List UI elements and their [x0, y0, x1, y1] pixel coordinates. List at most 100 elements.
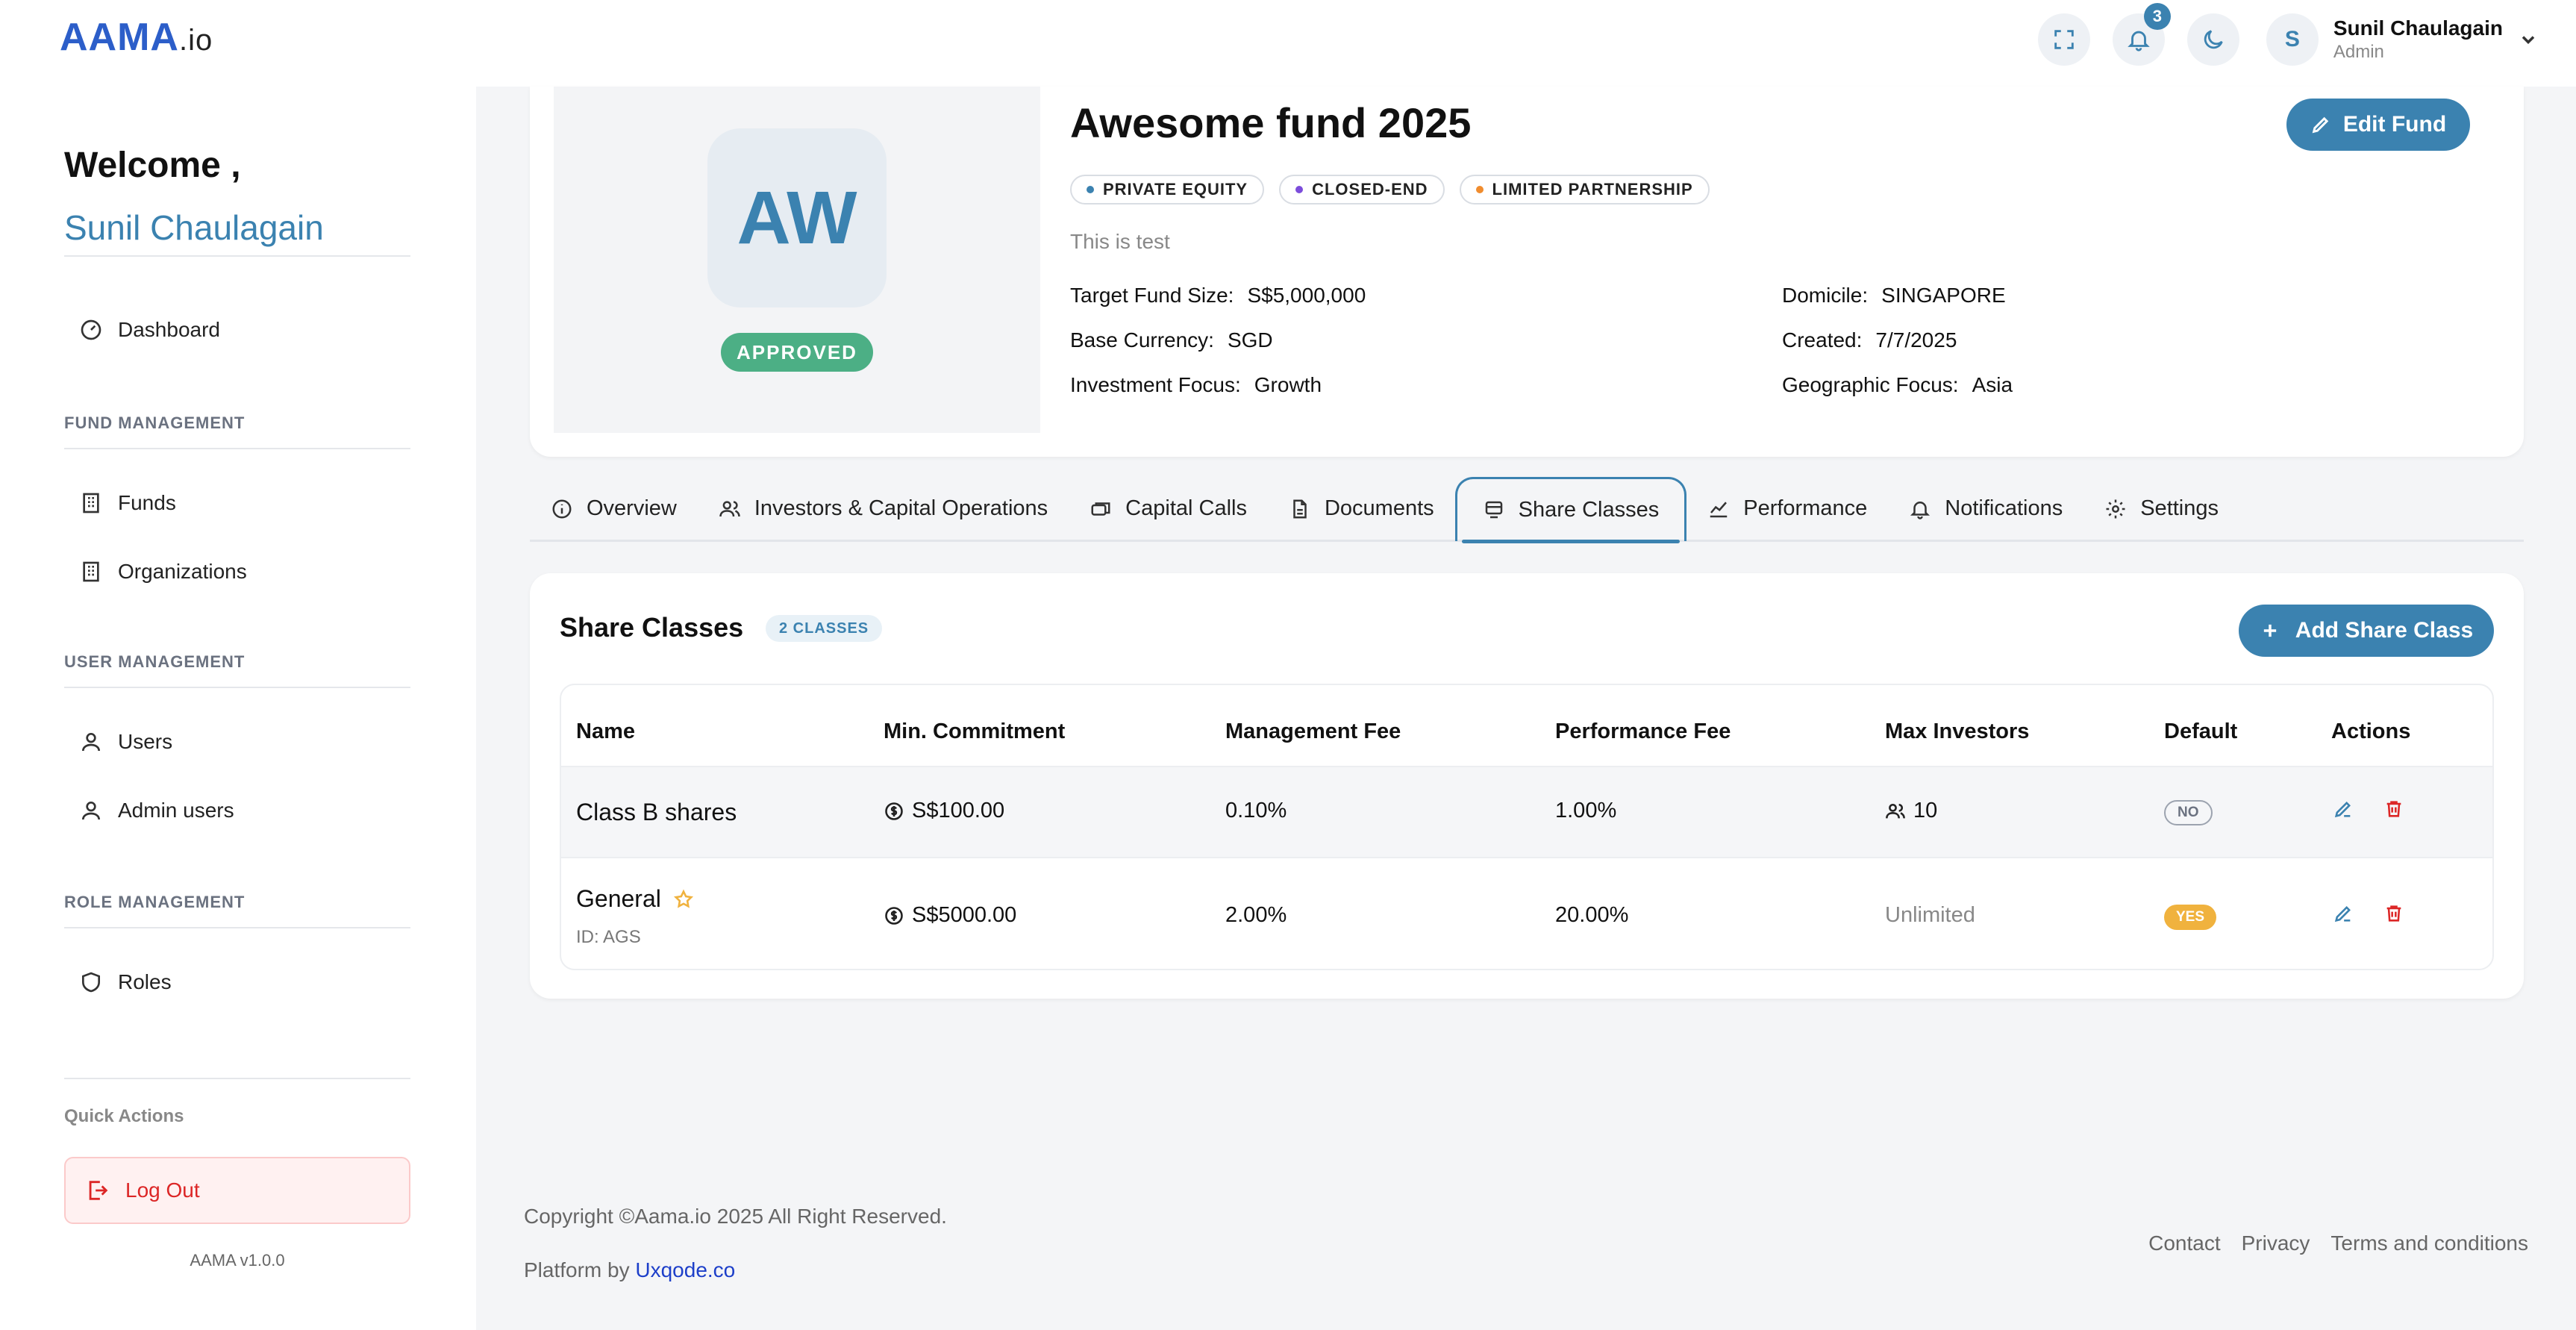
- chevron-down-icon: [2522, 36, 2535, 44]
- app-logo[interactable]: AAMA.io: [60, 15, 213, 60]
- status-badge: APPROVED: [721, 333, 873, 372]
- column-header-default: Default: [2164, 719, 2238, 743]
- share-class-name: Class B shares: [576, 799, 737, 825]
- sidebar-item-dashboard[interactable]: Dashboard: [79, 318, 220, 342]
- tag-dot: [1087, 186, 1094, 193]
- tab-investors-capital-operations[interactable]: Investors & Capital Operations: [698, 477, 1069, 541]
- dollar-coin-icon: [885, 802, 903, 820]
- sidebar-item-funds[interactable]: Funds: [79, 491, 176, 515]
- sidebar-item-label: Users: [118, 730, 173, 753]
- logout-label: Log Out: [125, 1178, 200, 1202]
- tab-label: Documents: [1324, 496, 1434, 520]
- share-classes-table: Name Min. Commitment Management Fee Perf…: [560, 684, 2494, 970]
- fund-avatar-panel: AW APPROVED: [554, 87, 1040, 433]
- page-title: Awesome fund 2025: [1070, 99, 1472, 146]
- footer-links: Contact Privacy Terms and conditions: [2148, 1231, 2528, 1255]
- user-menu[interactable]: S Sunil Chaulagain Admin: [2266, 13, 2539, 66]
- row-actions: [2333, 799, 2404, 819]
- trash-icon[interactable]: [2383, 799, 2404, 819]
- theme-toggle-button[interactable]: [2186, 13, 2239, 66]
- avatar: S: [2266, 13, 2319, 66]
- edit-fund-button[interactable]: Edit Fund: [2286, 99, 2470, 151]
- edit-fund-label: Edit Fund: [2342, 112, 2447, 137]
- divider: [64, 927, 410, 928]
- field-value: SGD: [1227, 328, 1273, 352]
- tab-settings[interactable]: Settings: [2083, 477, 2239, 541]
- notifications-button[interactable]: 3: [2112, 3, 2171, 66]
- column-header-min-commitment: Min. Commitment: [884, 719, 1066, 743]
- building-icon: [83, 493, 99, 513]
- users-icon: [1886, 803, 1905, 818]
- default-cell: NO: [2164, 800, 2213, 825]
- fund-geographic-focus: Geographic Focus: Asia: [1782, 373, 2013, 397]
- tag-dot: [1295, 186, 1304, 193]
- document-icon: [1293, 499, 1307, 518]
- field-value: Growth: [1254, 373, 1322, 396]
- management-fee-value: 2.00%: [1225, 903, 1287, 927]
- tab-notifications[interactable]: Notifications: [1888, 477, 2083, 541]
- logout-icon: [89, 1181, 108, 1200]
- user-name: Sunil Chaulagain: [2333, 16, 2503, 40]
- fund-description: This is test: [1070, 230, 1170, 253]
- info-icon: [552, 499, 572, 518]
- section-fund-management: FUND MANAGEMENT: [64, 413, 246, 432]
- tab-share-classes[interactable]: Share Classes: [1454, 476, 1687, 543]
- dashboard-gauge-icon: [81, 319, 101, 340]
- field-label: Investment Focus:: [1070, 373, 1241, 396]
- class-count-badge: 2 CLASSES: [766, 615, 883, 642]
- fund-tag: PRIVATE EQUITY: [1070, 175, 1265, 205]
- column-header-management-fee: Management Fee: [1225, 719, 1401, 743]
- tag-label: LIMITED PARTNERSHIP: [1492, 180, 1693, 199]
- users-icon: [719, 500, 740, 516]
- tab-label: Share Classes: [1518, 497, 1660, 522]
- logo-main: AAMA: [60, 16, 179, 59]
- sidebar-item-organizations[interactable]: Organizations: [79, 560, 247, 584]
- field-label: Created:: [1782, 328, 1863, 352]
- tab-overview[interactable]: Overview: [530, 477, 698, 541]
- tab-documents[interactable]: Documents: [1268, 477, 1455, 541]
- share-class-id: ID: AGS: [576, 927, 641, 947]
- top-bar: AAMA.io 3 S Sunil Chaulagain Admin: [0, 0, 2576, 87]
- plus-icon: [2263, 624, 2276, 637]
- sidebar-item-admin-users[interactable]: Admin users: [79, 799, 234, 822]
- sidebar-item-users[interactable]: Users: [79, 730, 172, 754]
- divider: [64, 687, 410, 688]
- tab-label: Investors & Capital Operations: [754, 496, 1048, 520]
- app-version: AAMA v1.0.0: [190, 1251, 285, 1270]
- trash-icon[interactable]: [2383, 903, 2404, 924]
- default-badge: NO: [2164, 800, 2213, 825]
- max-investors-value: 10: [1913, 799, 1938, 822]
- platform-link[interactable]: Uxqode.co: [635, 1258, 735, 1281]
- tab-performance[interactable]: Performance: [1686, 477, 1888, 541]
- edit-icon[interactable]: [2333, 903, 2354, 924]
- fund-base-currency: Base Currency: SGD: [1070, 328, 1273, 352]
- divider: [64, 255, 410, 257]
- logo-suffix: .io: [178, 24, 213, 57]
- section-title: Share Classes: [560, 612, 744, 643]
- min-commitment-cell: S$100.00: [884, 799, 1004, 823]
- add-share-class-button[interactable]: Add Share Class: [2239, 605, 2494, 657]
- default-cell: YES: [2164, 905, 2217, 930]
- footer-link-terms[interactable]: Terms and conditions: [2330, 1231, 2528, 1255]
- fund-tabs: Overview Investors & Capital Operations …: [530, 476, 2524, 543]
- footer-link-privacy[interactable]: Privacy: [2242, 1231, 2310, 1255]
- sidebar-item-roles[interactable]: Roles: [79, 970, 172, 994]
- column-header-max-investors: Max Investors: [1885, 719, 2030, 743]
- table-row: General ID: AGS S$5000.00 2.00% 20.00% U…: [561, 857, 2492, 969]
- performance-fee-value: 1.00%: [1555, 799, 1617, 822]
- field-value: Asia: [1972, 373, 2013, 396]
- building-icon: [83, 561, 99, 582]
- fullscreen-button[interactable]: [2037, 13, 2090, 66]
- logout-button[interactable]: Log Out: [64, 1157, 410, 1224]
- footer-link-contact[interactable]: Contact: [2148, 1231, 2221, 1255]
- edit-icon[interactable]: [2333, 799, 2354, 819]
- performance-fee-value: 20.00%: [1555, 903, 1629, 927]
- welcome-user-name: Sunil Chaulagain: [64, 208, 324, 247]
- tab-label: Notifications: [1945, 496, 2063, 520]
- notification-count-badge: 3: [2143, 3, 2171, 30]
- min-commitment-value: S$5000.00: [912, 903, 1017, 927]
- tab-capital-calls[interactable]: Capital Calls: [1069, 477, 1268, 541]
- user-icon: [82, 802, 100, 820]
- fund-summary-card: AW APPROVED Awesome fund 2025 Edit Fund …: [530, 87, 2524, 457]
- cards-icon: [1091, 502, 1110, 516]
